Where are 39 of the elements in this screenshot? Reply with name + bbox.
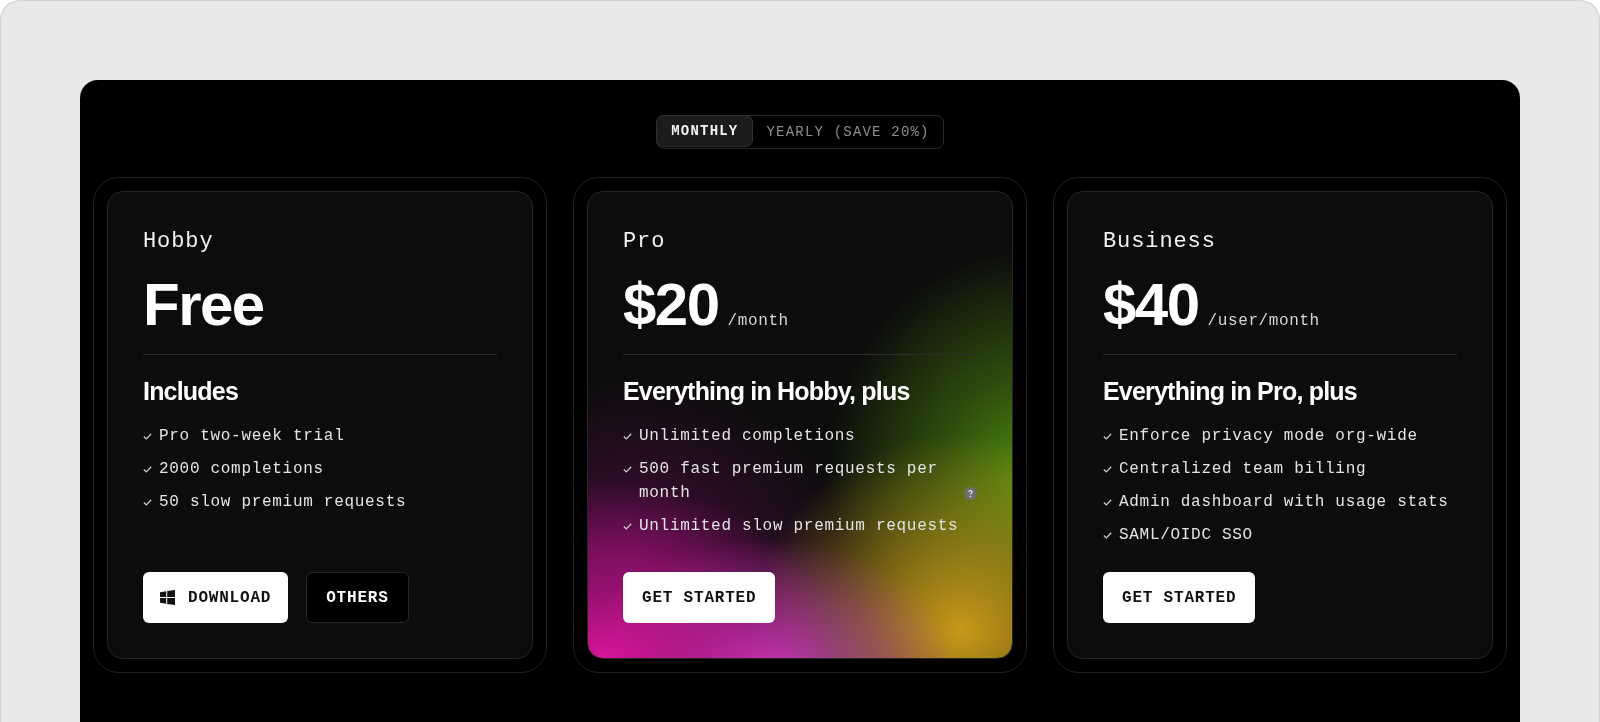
price-period: /user/month bbox=[1207, 311, 1320, 332]
feature-text: Unlimited completions bbox=[639, 426, 856, 447]
features-heading: Includes bbox=[143, 376, 239, 407]
feature-text: 2000 completions bbox=[159, 459, 324, 480]
feature-text: Admin dashboard with usage stats bbox=[1119, 492, 1449, 513]
feature-text: Centralized team billing bbox=[1119, 459, 1367, 480]
download-button[interactable]: DOWNLOAD bbox=[143, 572, 289, 623]
check-icon bbox=[1103, 532, 1112, 539]
plan-name: Hobby bbox=[143, 228, 214, 256]
billing-tab[interactable]: MONTHLY bbox=[656, 115, 754, 147]
plan-price: $20 bbox=[623, 275, 719, 335]
get-started-button[interactable]: GET STARTED bbox=[1103, 572, 1256, 623]
check-icon bbox=[623, 523, 632, 530]
get-started-button[interactable]: GET STARTED bbox=[623, 572, 776, 623]
feature-text: SAML/OIDC SSO bbox=[1119, 525, 1253, 546]
help-icon[interactable] bbox=[964, 487, 977, 500]
check-icon bbox=[1103, 499, 1112, 506]
others-button[interactable]: OTHERS bbox=[306, 572, 409, 623]
features-heading: Everything in Pro, plus bbox=[1103, 376, 1357, 407]
check-icon bbox=[143, 433, 152, 440]
feature-text: 50 slow premium requests bbox=[159, 492, 407, 513]
check-icon bbox=[623, 466, 632, 473]
plan-price: Free bbox=[143, 275, 264, 335]
four-panes-icon bbox=[160, 590, 175, 605]
check-icon bbox=[1103, 433, 1112, 440]
plan-price: $40 bbox=[1103, 275, 1199, 335]
price-period: /month bbox=[727, 311, 789, 332]
features-heading: Everything in Hobby, plus bbox=[623, 376, 910, 407]
plan-name: Business bbox=[1103, 228, 1216, 256]
plan-name: Pro bbox=[623, 228, 666, 256]
feature-text: Unlimited slow premium requests bbox=[639, 516, 959, 537]
feature-text: 500 fast premium requests per month bbox=[639, 459, 939, 504]
billing-tab[interactable]: YEARLY (SAVE 20%) bbox=[753, 116, 943, 148]
check-icon bbox=[623, 433, 632, 440]
check-icon bbox=[143, 499, 152, 506]
feature-text: Enforce privacy mode org-wide bbox=[1119, 426, 1418, 447]
check-icon bbox=[1103, 466, 1112, 473]
feature-text: Pro two-week trial bbox=[159, 426, 345, 447]
check-icon bbox=[143, 466, 152, 473]
